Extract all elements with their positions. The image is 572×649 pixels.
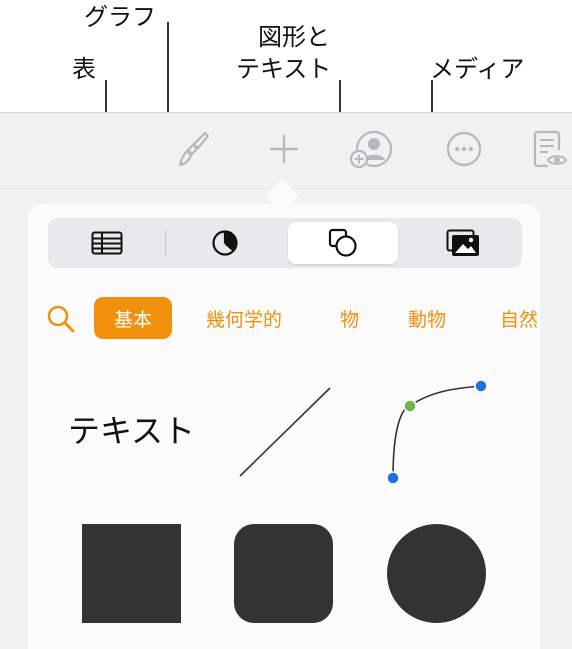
callout-table: 表 [72,55,96,83]
callout-chart: グラフ [84,3,156,31]
collaborate-icon[interactable] [350,127,394,171]
curve-control-point[interactable] [403,399,417,413]
insert-tabs [48,218,522,268]
curve-start-point[interactable] [386,471,400,485]
callout-shapes-line2: テキスト [236,55,332,83]
table-icon [91,231,123,255]
shapes-icon [328,228,357,257]
shape-curve[interactable] [380,376,490,486]
chart-icon [212,230,238,256]
shape-square[interactable] [82,524,181,623]
shape-rounded-square[interactable] [234,524,333,623]
shape-line[interactable] [232,382,336,482]
tab-table[interactable] [52,222,162,264]
reader-view-icon[interactable] [528,127,572,171]
callout-shapes-line1: 図形と [258,23,330,51]
tab-chart[interactable] [170,222,280,264]
more-icon[interactable] [442,127,486,171]
tab-divider [165,230,166,256]
shape-text[interactable]: テキスト [68,406,195,452]
category-geometric[interactable]: 幾何学的 [206,297,282,339]
category-basic[interactable]: 基本 [94,297,173,339]
callout-media: メディア [430,55,525,83]
media-icon [446,229,479,256]
curve-end-point[interactable] [474,379,488,393]
toolbar [0,113,572,189]
shape-circle[interactable] [387,524,486,623]
search-icon[interactable] [46,304,76,334]
category-nature[interactable]: 自然 [500,297,538,339]
plus-icon[interactable] [262,127,306,171]
tab-media[interactable] [408,222,518,264]
category-objects[interactable]: 物 [340,297,359,339]
tab-shapes[interactable] [288,222,398,264]
paintbrush-icon[interactable] [172,127,216,171]
category-animals[interactable]: 動物 [408,297,446,339]
